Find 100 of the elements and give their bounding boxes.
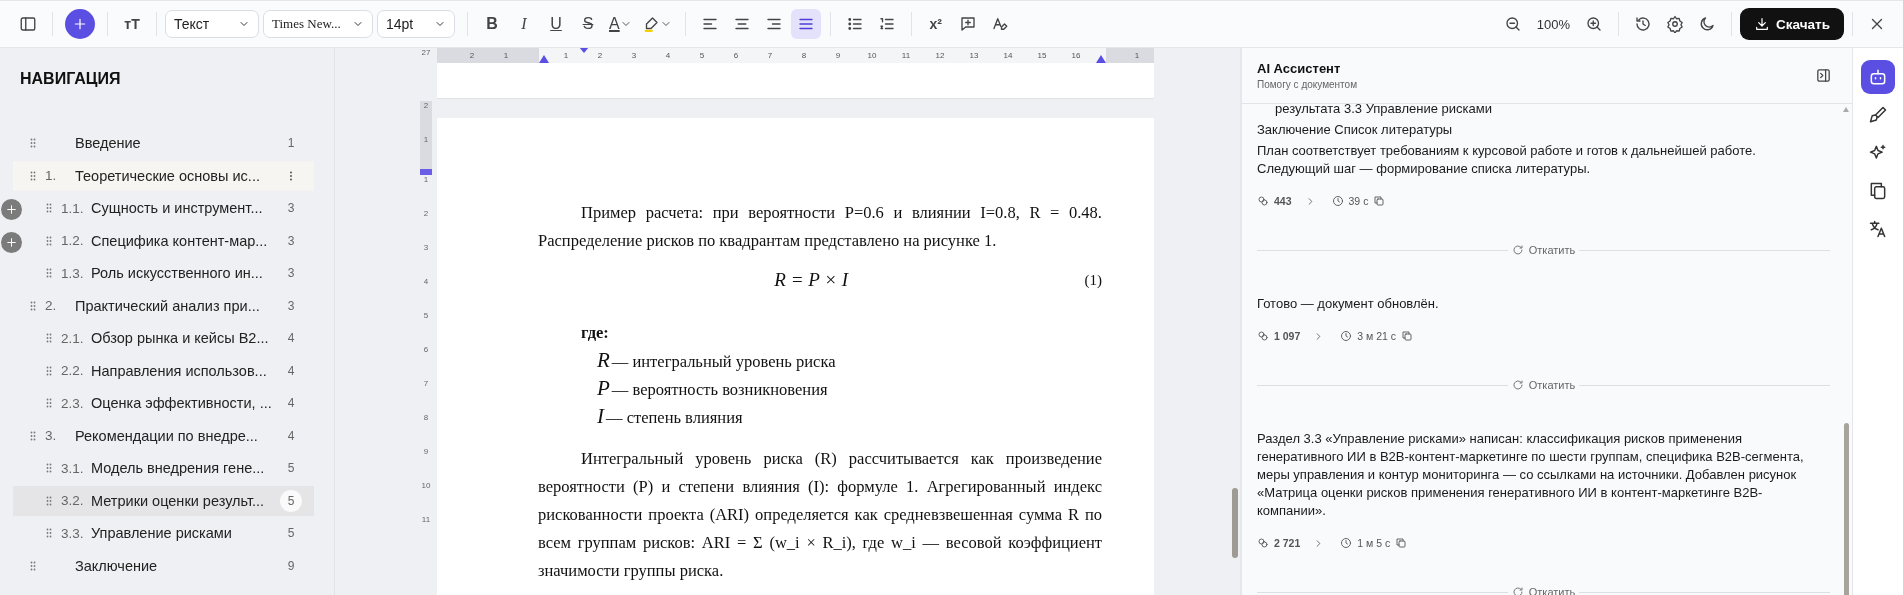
navigation-item[interactable]: Заключение 9 [25, 550, 314, 581]
page-number: 4 [286, 362, 296, 380]
documents-icon [1868, 181, 1888, 201]
navigation-item[interactable]: 2.1. Обзор рынка и кейсы B2... 4 [25, 323, 314, 353]
navigation-item[interactable]: 1. Теоретические основы ис... [13, 160, 314, 191]
navigation-item[interactable]: 3.2. Метрики оценки результ... 5 [13, 485, 314, 516]
section-number: 1.3. [60, 265, 85, 281]
copy-button[interactable] [1401, 330, 1414, 342]
brush-icon [1868, 105, 1888, 125]
text-size-button[interactable]: тT [117, 9, 147, 39]
page-number: 3 [286, 200, 296, 217]
bold-button[interactable]: B [477, 9, 507, 39]
ruler-label: 16 [1070, 51, 1082, 60]
horizontal-ruler[interactable]: 2 1 1 2 3 4 5 6 7 8 9 10 11 12 13 14 15 16 1 [437, 48, 1154, 63]
font-size-dropdown[interactable]: 14pt [377, 10, 455, 38]
section-number: 2.3. [60, 395, 85, 411]
ruler-label: 1 [502, 51, 510, 60]
page-number: 5 [280, 489, 302, 512]
navigation-item[interactable]: 1.3. Роль искусственного ин... 3 [25, 258, 314, 288]
navigation-item[interactable]: 3.1. Модель внедрения гене... 5 [25, 453, 314, 483]
ruler-label: 4 [664, 51, 672, 60]
navigation-item[interactable]: 2. Практический анализ при... 3 [25, 290, 314, 321]
page-number: 3 [286, 232, 296, 250]
clock-icon [1340, 537, 1353, 549]
section-number: 3.3. [60, 525, 85, 541]
strikethrough-button[interactable]: S [573, 9, 603, 39]
message-text: Раздел 3.3 «Управление рисками» написан: классификация рисков применения генеративного ИИ в B2B-контент-маркетинге по шести группам, специфика B2B-сегмента, меры управления и контур мониторинга — со ссылками на источники. Добавлен рисунок «Матрица оценки рисков применения генеративного ИИ в контент-маркетинге B2B-компании». [1257, 430, 1805, 520]
zoom-level: 100% [1535, 16, 1572, 32]
page-number: 3 [286, 265, 296, 282]
scrollbar-thumb[interactable] [1232, 488, 1238, 558]
section-title: Управление рисками [91, 525, 233, 541]
italic-button[interactable]: I [509, 9, 539, 39]
add-button[interactable] [65, 9, 95, 39]
translate-icon [1868, 219, 1888, 239]
section-title: Рекомендации по внедре... [75, 427, 259, 444]
coins-icon [1257, 330, 1269, 342]
add-section-button[interactable] [1, 232, 22, 253]
variable-symbol: R [597, 347, 610, 373]
navigation-item[interactable]: 2.2. Направления использов... 4 [25, 355, 314, 386]
list-item-text: результата 3.3 Управление рисками [1274, 100, 1493, 118]
copy-button[interactable] [1373, 195, 1386, 207]
rollback-icon [1511, 244, 1524, 256]
navigation-item[interactable]: 3.3. Управление рисками 5 [25, 518, 314, 548]
where-label: где: [581, 322, 610, 344]
page-number: 3 [286, 297, 296, 315]
first-line-indent-marker-icon[interactable] [579, 48, 589, 53]
section-title: Направления использов... [91, 362, 268, 379]
section-number: 3.1. [60, 460, 85, 476]
copy-icon [1401, 330, 1414, 342]
assistant-tool-button[interactable] [1861, 60, 1895, 94]
token-count: 2 721 [1274, 536, 1301, 551]
message-text: План соответствует требованиям к курсовой работе и готов к дальнейшей работе. Следующий шаг — формирование списка литературы. [1257, 142, 1757, 178]
copy-button[interactable] [1395, 537, 1408, 549]
ruler-label: 9 [422, 447, 430, 458]
ruler-label: 13 [968, 51, 980, 60]
page-number: 4 [286, 330, 296, 347]
left-margin-marker-icon[interactable] [539, 55, 549, 63]
moon-icon [1698, 15, 1717, 33]
variable-definition: — интегральный уровень риска [611, 351, 836, 373]
navigation-item[interactable]: 3. Рекомендации по внедре... 4 [25, 420, 314, 451]
ruler-label: 1 [422, 175, 430, 186]
coins-icon [1257, 195, 1269, 207]
ruler-label: 9 [834, 51, 842, 60]
ruler-label: 8 [422, 413, 430, 424]
scrollbar-thumb[interactable] [1844, 423, 1849, 595]
align-justify-button[interactable] [790, 9, 821, 39]
ruler-label: 10 [866, 51, 878, 60]
navigation-item[interactable]: 2.3. Оценка эффективности, ... 4 [25, 388, 314, 418]
ruler-label: 10 [420, 481, 432, 492]
rollback-button[interactable]: Откатить [1507, 242, 1580, 258]
download-icon [1754, 16, 1771, 32]
message-text: Заключение Список литературы [1257, 121, 1454, 139]
navigation-item[interactable]: 1.2. Специфика контент-мар... 3 [25, 225, 314, 256]
navigation-item[interactable]: 1.1. Сущность и инструмент... 3 [25, 193, 314, 223]
section-number: 3.2. [60, 493, 85, 508]
navigation-item[interactable]: Введение 1 [25, 128, 314, 158]
rollback-icon [1511, 379, 1524, 391]
superscript-button[interactable]: x² [920, 9, 951, 39]
section-number: 3. [44, 428, 58, 443]
add-section-button[interactable] [1, 199, 22, 220]
download-button[interactable]: Скачать [1740, 8, 1844, 40]
ruler-label: 1 [422, 135, 430, 146]
section-number: 1.2. [60, 233, 85, 248]
underline-button[interactable]: U [541, 9, 571, 39]
section-title: Практический анализ при... [75, 297, 261, 314]
block-style-dropdown[interactable]: Текст [165, 10, 259, 38]
section-title: Введение [75, 135, 142, 151]
section-title: Роль искусственного ин... [91, 265, 264, 281]
formula: R = P × I [773, 269, 850, 291]
section-number: 2. [44, 298, 58, 313]
settings-icon [1666, 15, 1685, 33]
rollback-icon [1511, 586, 1524, 595]
font-dropdown[interactable]: Times New... [263, 10, 373, 38]
ruler-label: 3 [630, 51, 638, 60]
rollback-button[interactable]: Откатить [1507, 377, 1580, 393]
ruler-label: 15 [1036, 51, 1048, 60]
text-color-button[interactable]: A [605, 9, 636, 39]
ruler-label: 5 [698, 51, 706, 60]
copy-icon [1395, 537, 1408, 549]
ruler-label: 7 [422, 379, 430, 390]
